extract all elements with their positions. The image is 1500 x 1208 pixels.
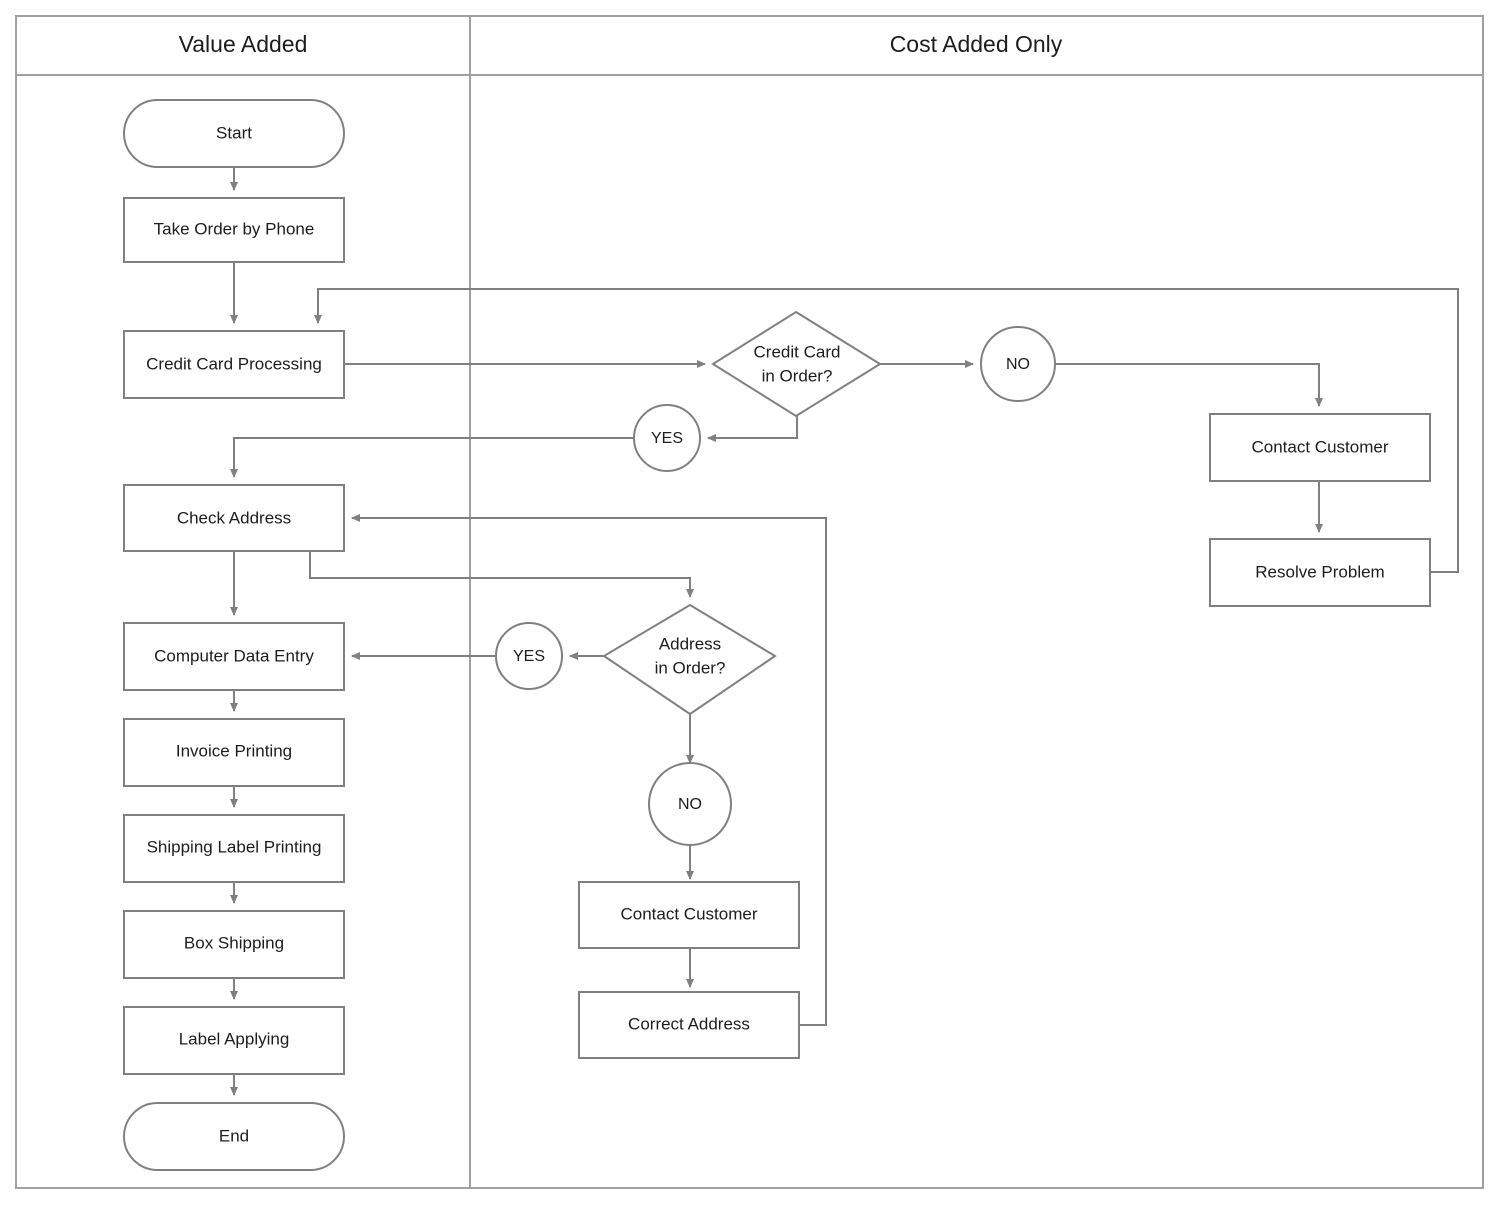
edge-credit-yes-to-check-address — [230, 437, 634, 478]
node-label-applying[interactable]: Label Applying — [123, 1006, 345, 1075]
node-contact-customer-credit[interactable]: Contact Customer — [1209, 413, 1431, 482]
credit-card-decision-label-line2: in Order? — [762, 366, 833, 385]
check-address-label: Check Address — [177, 508, 291, 527]
node-credit-card-processing[interactable]: Credit Card Processing — [123, 330, 345, 399]
credit-card-yes-label: YES — [651, 430, 683, 447]
node-credit-card-yes-connector[interactable]: YES — [633, 404, 701, 472]
address-no-label: NO — [678, 796, 702, 813]
end-label: End — [219, 1126, 249, 1145]
column-header-value-added: Value Added — [179, 31, 308, 57]
box-shipping-label: Box Shipping — [184, 933, 284, 952]
credit-card-decision-shape — [711, 310, 882, 418]
node-address-in-order-decision[interactable]: Address in Order? — [602, 603, 777, 716]
start-label: Start — [216, 123, 252, 142]
node-credit-card-no-connector[interactable]: NO — [980, 326, 1056, 402]
take-order-label: Take Order by Phone — [154, 219, 315, 238]
shipping-label-printing-label: Shipping Label Printing — [147, 837, 322, 856]
node-end[interactable]: End — [123, 1102, 345, 1171]
node-take-order-by-phone[interactable]: Take Order by Phone — [123, 197, 345, 263]
address-decision-label-line1: Address — [659, 634, 721, 653]
label-applying-label: Label Applying — [179, 1029, 290, 1048]
correct-address-label: Correct Address — [628, 1014, 750, 1033]
node-resolve-problem[interactable]: Resolve Problem — [1209, 538, 1431, 607]
node-contact-customer-address[interactable]: Contact Customer — [578, 881, 800, 949]
node-invoice-printing[interactable]: Invoice Printing — [123, 718, 345, 787]
credit-card-no-label: NO — [1006, 356, 1030, 373]
node-check-address[interactable]: Check Address — [123, 484, 345, 552]
node-address-yes-connector[interactable]: YES — [495, 622, 563, 690]
node-computer-data-entry[interactable]: Computer Data Entry — [123, 622, 345, 691]
flowchart-svg: Value Added Cost Added Only Start Take O… — [15, 15, 1484, 1189]
address-yes-label: YES — [513, 648, 545, 665]
column-header-cost-added-only: Cost Added Only — [890, 31, 1063, 57]
node-shipping-label-printing[interactable]: Shipping Label Printing — [123, 814, 345, 883]
computer-data-entry-label: Computer Data Entry — [154, 646, 314, 665]
contact-customer-credit-label: Contact Customer — [1252, 437, 1389, 456]
edge-check-address-to-address-decision — [309, 551, 694, 598]
contact-customer-address-label: Contact Customer — [621, 904, 758, 923]
node-credit-card-in-order-decision[interactable]: Credit Card in Order? — [711, 310, 882, 418]
credit-card-processing-label: Credit Card Processing — [146, 354, 322, 373]
edge-credit-no-to-contact-customer — [1055, 363, 1323, 407]
node-correct-address[interactable]: Correct Address — [578, 991, 800, 1059]
node-box-shipping[interactable]: Box Shipping — [123, 910, 345, 979]
connector-layer — [230, 167, 1459, 1096]
credit-card-decision-label-line1: Credit Card — [754, 342, 841, 361]
flowchart-canvas: Value Added Cost Added Only Start Take O… — [0, 0, 1500, 1208]
node-start[interactable]: Start — [123, 99, 345, 168]
node-address-no-connector[interactable]: NO — [648, 762, 732, 846]
address-decision-label-line2: in Order? — [655, 658, 726, 677]
resolve-problem-label: Resolve Problem — [1255, 562, 1384, 581]
invoice-printing-label: Invoice Printing — [176, 741, 292, 760]
